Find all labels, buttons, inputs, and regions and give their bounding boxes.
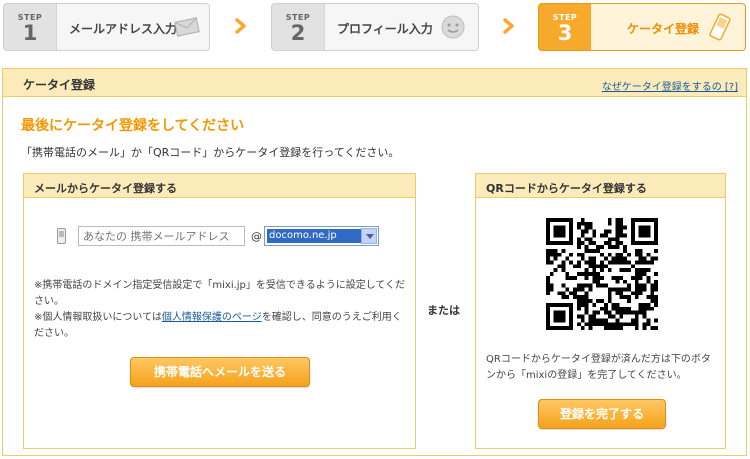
send-mail-button[interactable]: 携帯電話へメールを送る — [130, 357, 310, 387]
step-3-title: ケータイ登録 — [591, 4, 745, 50]
chevron-down-icon[interactable] — [361, 228, 377, 244]
privacy-policy-link[interactable]: 個人情報保護のページ — [162, 312, 262, 323]
intro-text: 「携帯電話のメール」か「QRコード」からケータイ登録を行ってください。 — [21, 146, 400, 159]
mail-box-title: メールからケータイ登録する — [34, 182, 177, 195]
qr-box-title: QRコードからケータイ登録する — [486, 182, 647, 195]
chevron-right-icon — [503, 18, 514, 34]
step-title: メールアドレス入力 — [69, 22, 178, 36]
step-title: プロフィール入力 — [337, 22, 433, 36]
mobile-registration-panel: ケータイ登録 なぜケータイ登録をするの [?] 最後にケータイ登録をしてください… — [2, 68, 747, 456]
mail-box-header: メールからケータイ登録する — [24, 174, 415, 198]
step-2-title: プロフィール入力 — [324, 4, 478, 50]
step-1-title: メールアドレス入力 — [56, 4, 209, 50]
envelope-icon — [174, 17, 200, 37]
smiley-icon — [441, 15, 465, 39]
domain-setting-note: ※携帯電話のドメイン指定受信設定で「mixi.jp」を受信できるように設定してく… — [34, 280, 406, 307]
step-title: ケータイ登録 — [627, 22, 700, 36]
domain-select-value: docomo.ne.jp — [267, 229, 361, 243]
step-number: 1 — [22, 21, 38, 45]
step-2: STEP 2 プロフィール入力 — [271, 3, 479, 51]
qr-box-header: QRコードからケータイ登録する — [476, 174, 725, 198]
chevron-right-icon — [235, 18, 246, 34]
step-progress: STEP 1 メールアドレス入力 STEP 2 プロフィール入力 STEP 3 … — [0, 0, 750, 56]
mobile-phone-icon — [709, 13, 731, 41]
step-2-number: STEP 2 — [272, 4, 324, 50]
lead-heading: 最後にケータイ登録をしてください — [21, 118, 245, 134]
step-3-number: STEP 3 — [539, 4, 591, 50]
panel-title: ケータイ登録 — [23, 78, 96, 92]
panel-header: ケータイ登録 なぜケータイ登録をするの [?] — [3, 69, 746, 97]
mobile-email-input[interactable] — [78, 226, 245, 246]
why-register-link[interactable]: なぜケータイ登録をするの [?] — [602, 78, 738, 93]
or-separator: または — [427, 304, 460, 317]
step-3: STEP 3 ケータイ登録 — [538, 3, 746, 51]
step-1-number: STEP 1 — [4, 4, 56, 50]
qr-registration-box: QRコードからケータイ登録する QRコードからケータイ登録が済んだ方は下のボタン… — [475, 173, 726, 449]
mail-registration-box: メールからケータイ登録する @ docomo.ne.jp ※携帯電話のドメイン指… — [23, 173, 416, 449]
complete-registration-button[interactable]: 登録を完了する — [538, 399, 666, 429]
domain-select[interactable]: docomo.ne.jp — [264, 226, 379, 246]
privacy-note-pre: ※個人情報取扱いについては — [34, 312, 162, 323]
privacy-note: ※個人情報取扱いについては個人情報保護のページを確認し、同意のうえご利用ください… — [34, 310, 409, 342]
qr-code-image — [546, 218, 658, 330]
step-number: 3 — [557, 21, 573, 45]
step-1: STEP 1 メールアドレス入力 — [3, 3, 210, 51]
at-sign: @ — [251, 230, 262, 243]
step-number: 2 — [290, 21, 306, 45]
phone-icon — [57, 228, 66, 244]
qr-instruction-text: QRコードからケータイ登録が済んだ方は下のボタンから「mixiの登録」を完了して… — [486, 354, 711, 381]
